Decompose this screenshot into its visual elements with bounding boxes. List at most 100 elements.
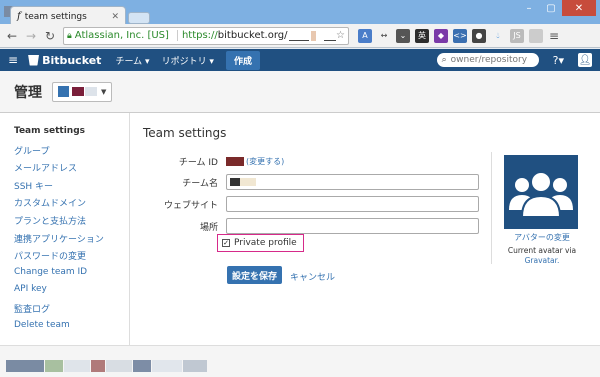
- team-selector[interactable]: ▼: [52, 81, 113, 102]
- website-label: ウェブサイト: [163, 200, 218, 211]
- footer-redacted-block: [6, 360, 44, 372]
- footer-redacted: [6, 360, 208, 372]
- logo-text: Bitbucket: [42, 53, 102, 67]
- new-tab-button[interactable]: [128, 12, 150, 24]
- settings-main: Team settings チーム ID (変更する) チーム名 ウェブサイト …: [131, 113, 600, 345]
- extension-drop-icon[interactable]: 💧︎: [491, 29, 505, 43]
- footer-redacted-block: [91, 360, 105, 372]
- private-profile-label: Private profile: [234, 238, 297, 248]
- minimize-icon[interactable]: –: [518, 0, 540, 16]
- url-path-redacted: [289, 31, 310, 41]
- settings-heading: Team settings: [143, 126, 227, 140]
- nav-team-menu[interactable]: チーム ▾: [115, 54, 149, 67]
- bitbucket-logo[interactable]: Bitbucket: [28, 54, 101, 67]
- team-name-input[interactable]: [226, 174, 479, 190]
- sidebar-item-team-settings[interactable]: Team settings: [0, 126, 129, 144]
- team-name-redacted: [240, 178, 256, 186]
- footer-redacted-block: [183, 360, 207, 372]
- cancel-link[interactable]: キャンセル: [290, 270, 335, 283]
- user-avatar-icon[interactable]: 👤︎: [578, 53, 592, 67]
- extension-arrows-icon[interactable]: ↔: [377, 29, 391, 43]
- sidebar-item-change-team-id[interactable]: Change team ID: [0, 267, 129, 285]
- footer-redacted-block: [45, 360, 63, 372]
- nav-repository-menu[interactable]: リポジトリ ▾: [162, 54, 214, 67]
- sidebar-item-plans-billing[interactable]: プランと支払方法: [0, 214, 129, 232]
- change-avatar-link[interactable]: アバターの変更: [492, 232, 592, 243]
- team-id-redacted: [226, 157, 244, 166]
- tab-favicon: f: [17, 11, 21, 22]
- gravatar-link[interactable]: Gravatar.: [525, 256, 560, 265]
- bitbucket-header: ≡ Bitbucket チーム ▾ リポジトリ ▾ 作成 ⌕ owner/rep…: [0, 49, 600, 71]
- location-label: 場所: [199, 222, 218, 233]
- avatar-panel: アバターの変更 Current avatar via Gravatar.: [491, 152, 592, 266]
- pocket-icon[interactable]: ⌄: [396, 28, 410, 43]
- url-host: bitbucket.org/: [217, 30, 288, 41]
- save-settings-button[interactable]: 設定を保存: [227, 266, 282, 284]
- translate-icon[interactable]: A: [358, 28, 372, 43]
- avatar-note-text: Current avatar via: [507, 246, 577, 255]
- sidebar-item-email[interactable]: メールアドレス: [0, 161, 129, 179]
- extension-circle-icon[interactable]: ●: [472, 28, 486, 43]
- maximize-icon[interactable]: ▢: [540, 0, 562, 16]
- chrome-menu-icon[interactable]: ≡: [549, 29, 559, 43]
- team-name-label: チーム名: [182, 178, 218, 189]
- extension-gray-icon[interactable]: [529, 28, 543, 43]
- page-footer: [0, 345, 600, 377]
- settings-sidebar: Team settings グループ メールアドレス SSH キー カスタムドメ…: [0, 113, 130, 345]
- team-name-redacted: [72, 87, 84, 96]
- team-avatar-image[interactable]: [504, 155, 578, 229]
- team-id-label: チーム ID: [178, 158, 218, 168]
- footer-redacted-block: [152, 360, 182, 372]
- reload-icon[interactable]: ↻: [42, 28, 58, 44]
- extension-shield-icon[interactable]: ◆: [434, 28, 448, 43]
- url-path-redacted: [311, 30, 317, 41]
- website-input[interactable]: [226, 196, 479, 212]
- lock-icon: 🔒︎: [67, 30, 72, 41]
- dictionary-icon[interactable]: 英: [415, 28, 429, 43]
- search-placeholder: owner/repository: [450, 55, 528, 65]
- tab-close-icon[interactable]: ✕: [111, 12, 119, 22]
- sidebar-item-audit-log[interactable]: 監査ログ: [0, 302, 129, 320]
- settings-content: Team settings グループ メールアドレス SSH キー カスタムドメ…: [0, 113, 600, 345]
- footer-redacted-block: [64, 360, 90, 372]
- footer-redacted-block: [133, 360, 151, 372]
- sidebar-item-api-key[interactable]: API key: [0, 284, 129, 302]
- forward-icon[interactable]: →: [23, 28, 39, 44]
- browser-tab[interactable]: f team settings ✕: [10, 6, 126, 26]
- team-name-redacted: [85, 87, 97, 96]
- tab-title: team settings: [24, 11, 87, 22]
- back-icon[interactable]: ←: [4, 28, 20, 44]
- checkbox-checked-icon[interactable]: ✓: [222, 239, 230, 247]
- repo-search-input[interactable]: ⌕ owner/repository: [436, 53, 539, 67]
- footer-redacted-block: [106, 360, 132, 372]
- ev-label: Atlassian, Inc. [US]: [74, 30, 169, 41]
- avatar-source-note: Current avatar via Gravatar.: [492, 246, 592, 266]
- bookmark-star-icon[interactable]: ☆: [336, 30, 345, 41]
- location-row: 場所: [143, 218, 483, 234]
- location-input[interactable]: [226, 218, 479, 234]
- sidebar-item-groups[interactable]: グループ: [0, 144, 129, 162]
- window-titlebar: f team settings ✕ – ▢ ✕: [0, 0, 600, 26]
- sidebar-item-change-password[interactable]: パスワードの変更: [0, 249, 129, 267]
- sidebar-item-delete-team[interactable]: Delete team: [0, 320, 129, 338]
- team-avatar-icon: [58, 86, 69, 97]
- window-close-icon[interactable]: ✕: [562, 0, 596, 16]
- address-bar[interactable]: 🔒︎ Atlassian, Inc. [US] https:// bitbuck…: [63, 26, 349, 45]
- page-title: 管理: [14, 84, 42, 101]
- sidebar-item-connected-apps[interactable]: 連携アプリケーション: [0, 232, 129, 250]
- website-row: ウェブサイト: [143, 196, 483, 212]
- url-scheme: https://: [181, 30, 218, 41]
- change-team-id-link[interactable]: (変更する): [246, 156, 284, 167]
- html-icon[interactable]: <>: [453, 28, 467, 43]
- create-button[interactable]: 作成: [225, 50, 260, 70]
- app-switcher-icon[interactable]: ≡: [8, 53, 18, 67]
- chevron-down-icon: ▼: [101, 87, 107, 96]
- sidebar-item-ssh-keys[interactable]: SSH キー: [0, 179, 129, 197]
- team-id-row: チーム ID (変更する): [143, 155, 483, 168]
- help-menu[interactable]: ?▾: [553, 54, 564, 67]
- browser-toolbar: ← → ↻ 🔒︎ Atlassian, Inc. [US] https:// b…: [0, 24, 600, 48]
- private-profile-checkbox[interactable]: ✓ Private profile: [217, 234, 304, 252]
- sidebar-item-custom-domain[interactable]: カスタムドメイン: [0, 196, 129, 214]
- ev-certificate[interactable]: 🔒︎ Atlassian, Inc. [US]: [67, 30, 178, 41]
- extension-js-icon[interactable]: JS: [510, 28, 524, 43]
